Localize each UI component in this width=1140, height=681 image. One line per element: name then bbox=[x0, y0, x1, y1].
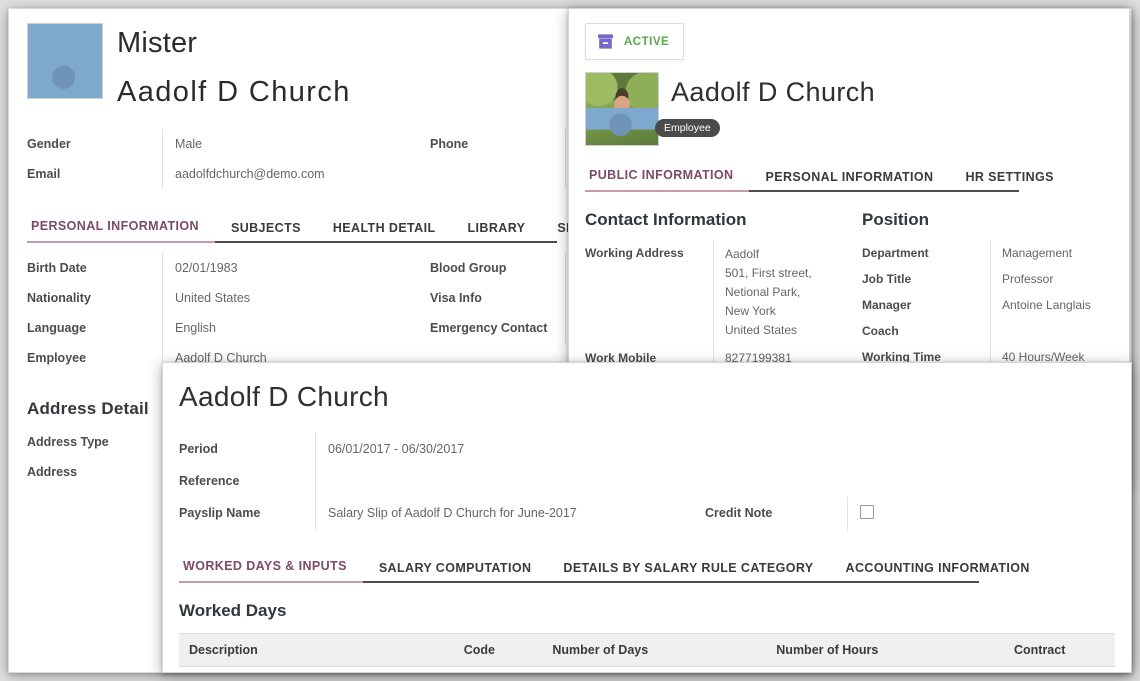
address-line-1: Aadolf bbox=[725, 247, 760, 261]
field-value-gender[interactable]: Male bbox=[162, 129, 430, 159]
field-value-payslip-name[interactable]: Salary Slip of Aadolf D Church for June-… bbox=[315, 497, 705, 531]
status-button-active[interactable]: ACTIVE bbox=[585, 23, 685, 60]
address-blank-label-2 bbox=[27, 517, 162, 547]
field-value-department[interactable]: Management bbox=[990, 240, 1113, 266]
field-label-working-address: Working Address bbox=[585, 246, 684, 260]
cell-number-of-days: 20.00 bbox=[542, 666, 767, 672]
payslip-spacer-label-2 bbox=[705, 465, 847, 497]
payslip-spacer-label-1 bbox=[705, 433, 847, 465]
field-label-employee: Employee bbox=[27, 351, 87, 365]
field-label-blood-group: Blood Group bbox=[430, 261, 507, 275]
field-value-job-title[interactable]: Professor bbox=[990, 266, 1113, 292]
payslip-fields: Period 06/01/2017 - 06/30/2017 Reference… bbox=[179, 433, 1115, 531]
field-label-emergency-contact: Emergency Contact bbox=[430, 321, 548, 335]
field-value-period[interactable]: 06/01/2017 - 06/30/2017 bbox=[315, 433, 705, 465]
field-value-manager[interactable]: Antoine Langlais bbox=[990, 292, 1113, 318]
column-header-number-of-hours[interactable]: Number of Hours bbox=[766, 633, 1004, 667]
field-value-birth-date[interactable]: 02/01/1983 bbox=[162, 253, 430, 283]
field-value-coach[interactable] bbox=[990, 318, 1113, 344]
tab-worked-days-inputs[interactable]: WORKED DAYS & INPUTS bbox=[179, 551, 363, 583]
payslip-title: Aadolf D Church bbox=[179, 381, 389, 412]
faculty-salutation: Mister bbox=[117, 27, 198, 59]
table-row[interactable]: Faculty worked days 121 20.00 160.00 Fac… bbox=[179, 666, 1115, 672]
field-value-working-address[interactable]: Aadolf 501, First street, Netional Park,… bbox=[713, 240, 836, 345]
field-label-job-title: Job Title bbox=[862, 272, 912, 286]
cell-number-of-hours: 160.00 bbox=[766, 666, 1004, 672]
field-label-reference: Reference bbox=[179, 474, 240, 488]
column-header-contract[interactable]: Contract bbox=[1003, 633, 1115, 667]
field-label-address-type: Address Type bbox=[27, 435, 109, 449]
field-label-gender: Gender bbox=[27, 137, 71, 151]
payslip-window: Aadolf D Church Period 06/01/2017 - 06/3… bbox=[162, 362, 1132, 673]
faculty-avatar bbox=[27, 23, 103, 99]
tab-accounting-information[interactable]: ACCOUNTING INFORMATION bbox=[830, 553, 1046, 583]
field-label-department: Department bbox=[862, 246, 929, 260]
address-line-3: Netional Park, bbox=[725, 285, 801, 299]
field-label-visa-info: Visa Info bbox=[430, 291, 482, 305]
employee-avatar bbox=[585, 72, 659, 146]
employee-header: Aadolf D Church Employee bbox=[585, 72, 1113, 146]
archive-box-icon bbox=[597, 34, 614, 49]
tab-personal-information[interactable]: PERSONAL INFORMATION bbox=[27, 211, 215, 243]
credit-note-checkbox[interactable] bbox=[860, 505, 874, 519]
position-fields: Department Management Job Title Professo… bbox=[862, 240, 1113, 370]
tab-details-by-salary-rule-category[interactable]: DETAILS BY SALARY RULE CATEGORY bbox=[547, 553, 829, 583]
status-button-label: ACTIVE bbox=[624, 35, 670, 48]
cell-description: Faculty worked days bbox=[179, 666, 454, 672]
field-label-birth-date: Birth Date bbox=[27, 261, 87, 275]
position-heading: Position bbox=[862, 210, 930, 229]
tab-subjects[interactable]: SUBJECTS bbox=[215, 213, 317, 243]
faculty-name: Aadolf D Church bbox=[117, 76, 351, 108]
faculty-tabs: PERSONAL INFORMATION SUBJECTS HEALTH DET… bbox=[27, 211, 624, 243]
field-value-reference[interactable] bbox=[315, 465, 705, 497]
field-label-nationality: Nationality bbox=[27, 291, 91, 305]
cell-contract: Faculty Contract bbox=[1003, 666, 1115, 672]
payslip-spacer-value-1 bbox=[847, 433, 1115, 465]
tab-health-detail[interactable]: HEALTH DETAIL bbox=[317, 213, 452, 243]
column-header-description[interactable]: Description bbox=[179, 633, 454, 667]
cell-code: 121 bbox=[453, 666, 543, 672]
column-header-number-of-days[interactable]: Number of Days bbox=[542, 633, 767, 667]
tab-salary-computation[interactable]: SALARY COMPUTATION bbox=[363, 553, 548, 583]
table-header-row: Description Code Number of Days Number o… bbox=[179, 633, 1115, 667]
contact-information-heading: Contact Information bbox=[585, 210, 747, 229]
field-value-language[interactable]: English bbox=[162, 313, 430, 343]
address-blank-label-1 bbox=[27, 487, 162, 517]
payslip-tabs: WORKED DAYS & INPUTS SALARY COMPUTATION … bbox=[179, 551, 1029, 583]
field-label-period: Period bbox=[179, 442, 218, 456]
field-label-payslip-name: Payslip Name bbox=[179, 506, 261, 520]
field-label-spacer bbox=[430, 159, 565, 189]
tab-library[interactable]: LIBRARY bbox=[452, 213, 542, 243]
field-label-coach: Coach bbox=[862, 324, 899, 338]
field-value-email[interactable]: aadolfdchurch@demo.com bbox=[162, 159, 430, 189]
payslip-spacer-value-2 bbox=[847, 465, 1115, 497]
field-label-manager: Manager bbox=[862, 298, 912, 312]
worked-days-heading: Worked Days bbox=[179, 601, 287, 620]
address-line-5: United States bbox=[725, 323, 798, 337]
column-header-code[interactable]: Code bbox=[453, 633, 543, 667]
tab-hr-settings[interactable]: HR SETTINGS bbox=[949, 162, 1069, 192]
field-label-phone: Phone bbox=[430, 137, 469, 151]
tab-employee-personal-information[interactable]: PERSONAL INFORMATION bbox=[749, 162, 949, 192]
field-label-email: Email bbox=[27, 167, 61, 181]
address-line-2: 501, First street, bbox=[725, 266, 812, 280]
employee-name: Aadolf D Church bbox=[671, 77, 876, 107]
field-value-nationality[interactable]: United States bbox=[162, 283, 430, 313]
worked-days-table: Description Code Number of Days Number o… bbox=[179, 633, 1115, 672]
role-badge: Employee bbox=[655, 119, 720, 137]
field-label-address: Address bbox=[27, 465, 78, 479]
tab-public-information[interactable]: PUBLIC INFORMATION bbox=[585, 160, 750, 192]
screen: Mister Aadolf D Church Gender Male Phone… bbox=[0, 0, 1140, 681]
field-label-language: Language bbox=[27, 321, 87, 335]
field-label-credit-note: Credit Note bbox=[705, 506, 773, 520]
field-value-credit-note bbox=[847, 497, 1115, 531]
faculty-title-block: Mister Aadolf D Church bbox=[117, 23, 351, 111]
address-line-4: New York bbox=[725, 304, 776, 318]
employee-tabs: PUBLIC INFORMATION PERSONAL INFORMATION … bbox=[585, 160, 1053, 192]
